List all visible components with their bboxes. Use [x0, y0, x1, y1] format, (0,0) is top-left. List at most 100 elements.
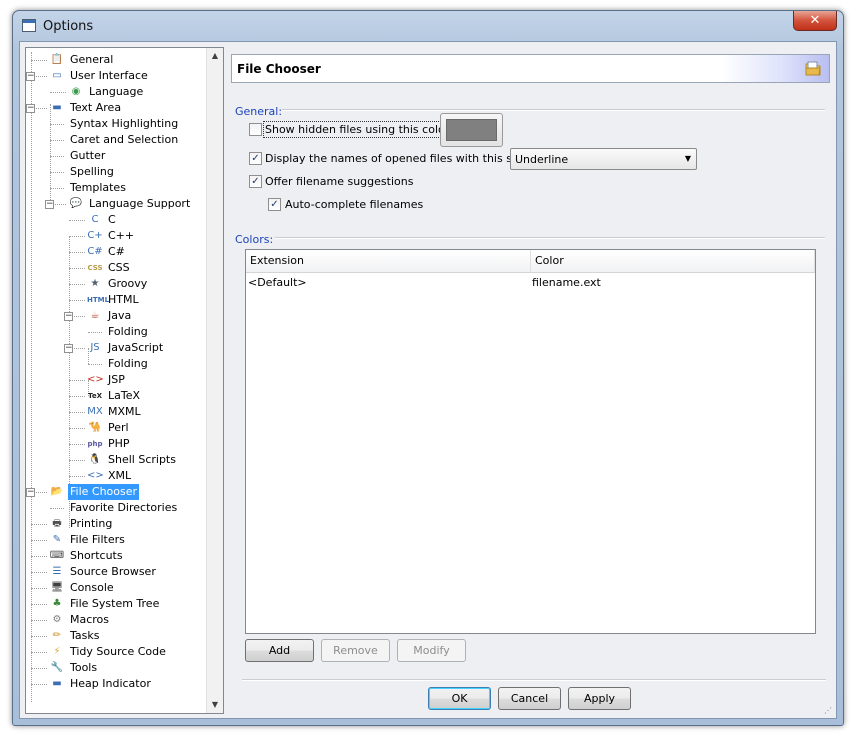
lightning-icon: ⚡ — [53, 646, 61, 657]
keyboard-icon: ⌨ — [49, 550, 65, 561]
tree-item-label: XML — [108, 469, 132, 482]
modify-button[interactable]: Modify — [397, 639, 466, 662]
options-tree: 📋 General − ▭ User Interface ◉ Language − ▬ Text … — [25, 47, 224, 714]
cpp-language-icon: C+ — [87, 230, 103, 241]
tree-item-label: File Chooser — [68, 484, 140, 500]
cancel-button[interactable]: Cancel — [498, 687, 561, 710]
tree-item-label: Heap Indicator — [70, 677, 151, 690]
scroll-up-arrow-icon[interactable]: ▲ — [207, 48, 223, 64]
hidden-files-color-swatch — [446, 119, 497, 141]
general-settings-icon: 📋 — [50, 54, 64, 65]
tree-scrollbar[interactable]: ▲ ▼ — [206, 48, 223, 713]
hidden-files-color-button[interactable] — [440, 113, 503, 147]
title-bar[interactable]: Options ✕ — [13, 11, 843, 41]
tree-branch-line — [31, 540, 47, 541]
tree-collapse-toggle[interactable]: − — [64, 344, 73, 353]
tree-branch-line — [50, 156, 64, 157]
tree-item-label: Java — [108, 309, 132, 322]
tree-item-label: Shortcuts — [70, 549, 123, 562]
tree-collapse-toggle[interactable]: − — [26, 104, 35, 113]
tree-item-label: Syntax Highlighting — [70, 117, 179, 130]
tree-item-label: LaTeX — [108, 389, 141, 402]
scroll-down-arrow-icon[interactable]: ▼ — [207, 697, 223, 713]
window-title: Options — [43, 19, 94, 34]
monitor-icon: 🖥 — [50, 582, 64, 593]
java-cup-icon: ☕ — [90, 310, 100, 321]
tree-collapse-toggle[interactable]: − — [64, 312, 73, 321]
table-cell-color[interactable]: filename.ext — [532, 275, 601, 291]
remove-button[interactable]: Remove — [321, 639, 390, 662]
ok-button[interactable]: OK — [428, 687, 491, 710]
tree-collapse-toggle[interactable]: − — [45, 200, 54, 209]
tree-item-label: Folding — [108, 325, 148, 338]
tree-branch-line — [31, 668, 47, 669]
jsp-icon: <> — [87, 374, 104, 385]
tree-branch-line — [69, 220, 85, 221]
add-button[interactable]: Add — [245, 639, 314, 662]
colors-section-divider — [275, 237, 825, 239]
css-icon: CSS — [87, 264, 103, 272]
offer-suggestions-checkbox[interactable]: ✓ — [249, 175, 262, 188]
display-names-label: Display the names of opened files with t… — [265, 152, 537, 165]
tree-item-label: Groovy — [108, 277, 148, 290]
app-window-icon — [22, 19, 36, 32]
colors-section-label: Colors: — [235, 233, 274, 246]
tree-item-label: HTML — [108, 293, 139, 306]
tree-item-label: MXML — [108, 405, 141, 418]
resize-grip-icon[interactable]: ⋰ — [824, 706, 834, 716]
heap-indicator-icon: ▬ — [52, 678, 62, 689]
tree-collapse-toggle[interactable]: − — [26, 488, 35, 497]
folder-icon: 📂 — [50, 486, 64, 497]
auto-complete-checkbox[interactable]: ✓ — [268, 198, 281, 211]
pencil-icon: ✏ — [52, 630, 62, 641]
apply-button[interactable]: Apply — [568, 687, 631, 710]
close-button[interactable]: ✕ — [793, 11, 837, 31]
filter-icon: ✎ — [52, 534, 62, 545]
name-style-value: Underline — [515, 153, 569, 166]
display-names-checkbox[interactable]: ✓ — [249, 152, 262, 165]
tree-branch-line — [69, 284, 85, 285]
tree-item-label: Language — [89, 85, 144, 98]
tree-item-label: Tools — [70, 661, 98, 674]
tree-branch-line — [31, 604, 47, 605]
column-header-extension[interactable]: Extension — [246, 250, 531, 272]
tree-item-label: Folding — [108, 357, 148, 370]
tree-item-label: Printing — [70, 517, 113, 530]
name-style-dropdown[interactable]: Underline ▼ — [510, 148, 697, 170]
csharp-language-icon: C# — [87, 246, 103, 257]
panel-header: File Chooser — [231, 54, 830, 83]
tree-branch-line — [31, 636, 47, 637]
globe-icon: ◉ — [71, 86, 81, 97]
tree-branch-line — [69, 380, 85, 381]
c-language-icon: C — [91, 214, 99, 225]
tree-branch-line — [69, 428, 85, 429]
extension-colors-table: Extension Color <Default> filename.ext — [245, 249, 816, 634]
show-hidden-files-label: Show hidden files using this color: — [263, 121, 455, 138]
tree-branch-line — [31, 684, 47, 685]
tree-branch-line — [31, 524, 47, 525]
tree-item-label: Favorite Directories — [70, 501, 178, 514]
camel-icon: 🐪 — [88, 422, 102, 433]
tree-item-label: Language Support — [89, 197, 191, 210]
tree-item-label: JavaScript — [108, 341, 164, 354]
macros-gear-icon: ⚙ — [52, 614, 62, 625]
window-icon: ▭ — [52, 70, 62, 81]
show-hidden-files-checkbox[interactable] — [249, 123, 262, 136]
tree-branch-line — [88, 332, 102, 333]
general-section-label: General: — [235, 105, 283, 118]
tree-collapse-toggle[interactable]: − — [26, 72, 35, 81]
text-area-icon: ▬ — [52, 102, 62, 113]
column-header-color[interactable]: Color — [531, 250, 815, 272]
tree-item-label: Tasks — [70, 629, 100, 642]
tree-branch-line — [31, 572, 47, 573]
options-window: Options ✕ 📋 General − ▭ User Interface ◉ Langu… — [12, 10, 844, 726]
footer-divider — [242, 679, 826, 681]
tree-item-label: Spelling — [70, 165, 114, 178]
tree-item-label: Source Browser — [70, 565, 156, 578]
tree-branch-line — [88, 364, 102, 365]
wrench-icon: 🔧 — [50, 662, 64, 673]
penguin-icon: 🐧 — [88, 454, 102, 465]
table-cell-extension[interactable]: <Default> — [248, 275, 307, 291]
tree-item-label: Templates — [70, 181, 126, 194]
tree-branch-line — [69, 252, 85, 253]
